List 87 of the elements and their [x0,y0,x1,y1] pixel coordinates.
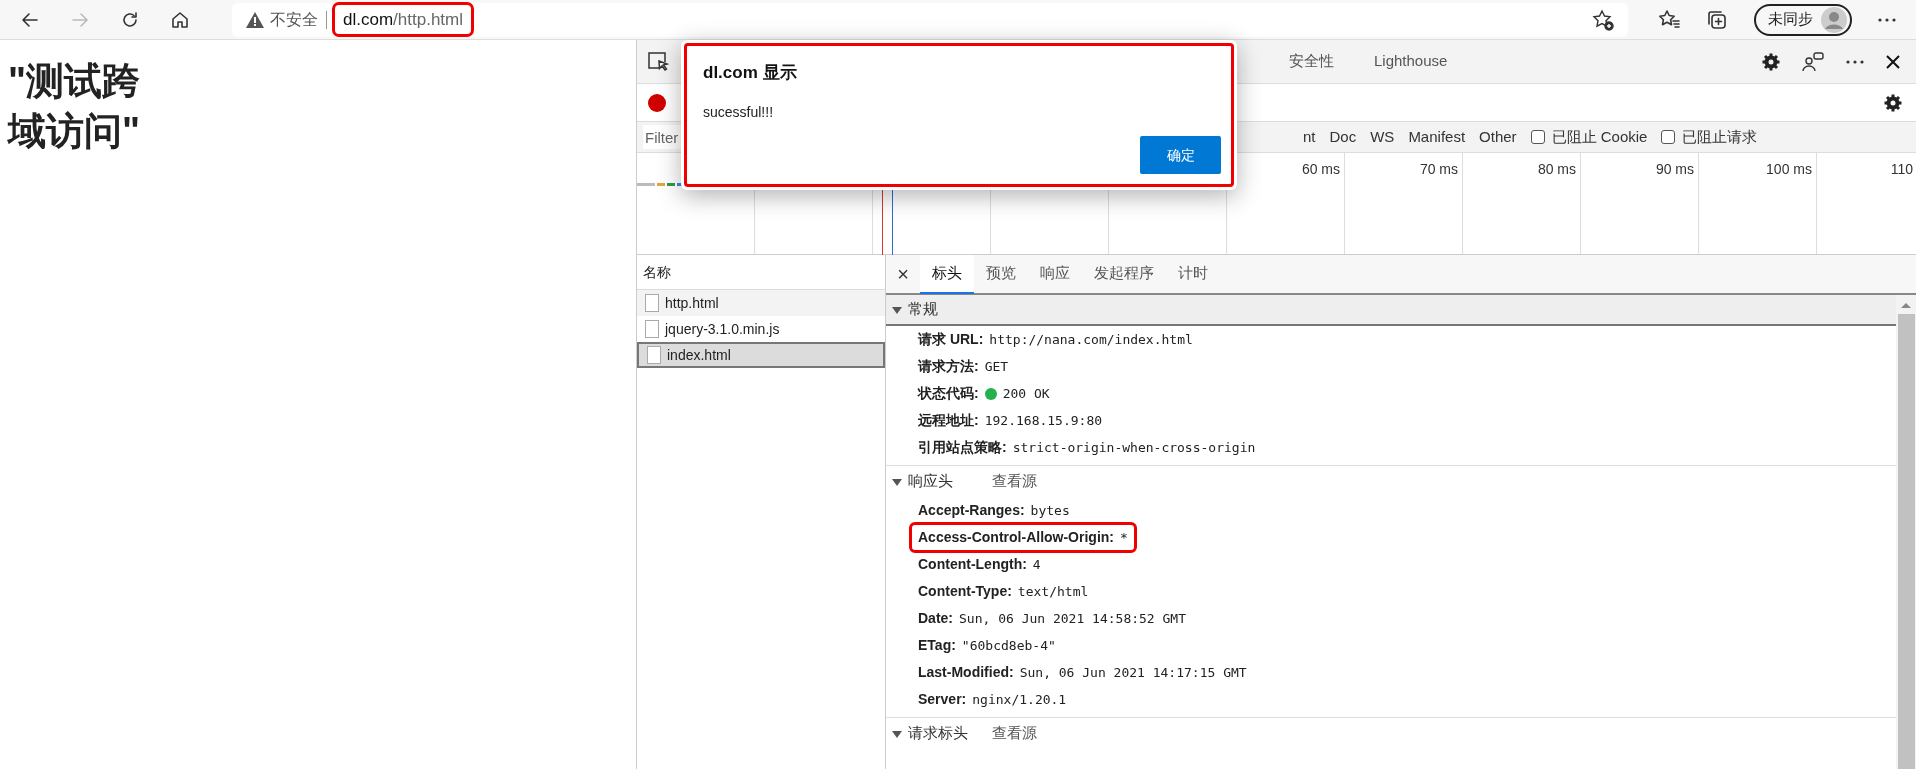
details-tab[interactable]: 响应 [1028,254,1082,294]
security-label: 不安全 [270,9,318,30]
header-value: * [1120,528,1128,547]
time-tick: 110 [1890,160,1913,179]
favorites-icon[interactable] [1658,8,1680,31]
request-row[interactable]: http.html [637,290,885,316]
time-tick: 80 ms [1537,160,1576,179]
scrollbar[interactable] [1896,295,1916,769]
header-key: ETag: [918,635,956,656]
file-icon [645,294,659,312]
url-text: dl.com/http.html [335,4,471,35]
header-value: "60bcd8eb-4" [961,636,1056,655]
type-filter[interactable]: Manifest [1408,125,1466,149]
request-row[interactable]: jquery-3.1.0.min.js [637,316,885,342]
devtools-tab[interactable]: 安全性 [1269,39,1354,84]
header-key: 请求 URL: [918,329,984,350]
expand-triangle-icon[interactable] [892,304,902,315]
header-key: Accept-Ranges: [918,500,1025,521]
settings-icon[interactable] [1884,93,1902,112]
time-tick: 100 ms [1766,160,1812,179]
header-value: 192.168.15.9:80 [984,411,1103,430]
request-row[interactable]: index.html [637,342,885,368]
time-tick: 90 ms [1655,160,1694,179]
file-icon [647,346,661,364]
header-value: bytes [1030,501,1070,520]
feedback-icon[interactable] [1802,51,1824,72]
type-filter[interactable]: Doc [1329,125,1357,149]
checkbox-label: 已阻止 Cookie [1551,126,1648,147]
header-key: 状态代码: [918,383,979,404]
details-tab[interactable]: 发起程序 [1082,254,1166,294]
inspect-icon[interactable] [647,50,669,73]
section-title[interactable]: 请求标头 [908,722,986,745]
time-tick: 60 ms [1301,160,1340,179]
time-tick: 70 ms [1419,160,1458,179]
header-value: strict-origin-when-cross-origin [1012,438,1256,457]
header-key: Content-Length: [918,554,1027,575]
header-key: Content-Type: [918,581,1012,602]
header-value: 4 [1032,555,1041,574]
expand-triangle-icon[interactable] [892,728,902,739]
header-value: Sun, 06 Jun 2021 14:17:15 GMT [1019,663,1247,682]
details-tab[interactable]: 标头 [920,254,974,294]
view-source-link[interactable]: 查看源 [992,470,1037,493]
header-key: 请求方法: [918,356,979,377]
dialog-message: sucessful!!! [703,102,775,122]
checkbox[interactable] [1530,130,1545,144]
reload-icon[interactable] [120,9,140,30]
type-filter[interactable]: nt [1303,125,1316,149]
view-source-link[interactable]: 查看源 [992,722,1037,745]
header-key: 引用站点策略: [918,437,1007,458]
close-button[interactable]: × [886,259,920,289]
profile-button[interactable]: 未同步 [1754,3,1852,36]
header-key: Date: [918,608,953,629]
details-tab[interactable]: 预览 [974,254,1028,294]
header-value: Sun, 06 Jun 2021 14:58:52 GMT [959,609,1186,628]
dialog-title: dl.com 显示 [703,62,798,84]
more-icon[interactable] [1878,17,1896,22]
warning-icon [246,11,264,28]
address-bar[interactable]: 不安全 dl.com/http.html [232,2,1628,37]
header-key: Last-Modified: [918,662,1014,683]
type-filter[interactable]: WS [1370,125,1395,149]
collections-icon[interactable] [1706,8,1728,31]
devtools-tab[interactable]: Lighthouse [1354,39,1468,84]
home-icon[interactable] [170,9,190,30]
header-value: text/html [1017,582,1089,601]
details-tab[interactable]: 计时 [1166,254,1220,294]
record-icon[interactable] [648,93,666,112]
avatar-icon [1821,6,1847,33]
section-title[interactable]: 响应头 [908,470,986,493]
header-value: nginx/1.20.1 [972,690,1067,709]
header-key: 远程地址: [918,410,979,431]
header-value: http://nana.com/index.html [989,330,1193,349]
section-title[interactable]: 常规 [908,298,986,321]
ok-button[interactable]: 确定 [1140,136,1221,174]
header-value: GET [984,357,1009,376]
file-icon [645,320,659,338]
header-key: Server: [918,689,967,710]
expand-triangle-icon[interactable] [892,476,902,487]
page-heading: "测试跨域访问" [8,59,142,154]
header-value: 200 OK [1002,384,1050,403]
header-key: Access-Control-Allow-Origin: [918,527,1114,548]
settings-icon[interactable] [1762,52,1780,71]
add-favorite-icon[interactable] [1592,8,1614,31]
checkbox[interactable] [1661,130,1676,144]
type-filter[interactable]: Other [1479,125,1517,149]
more-icon[interactable] [1846,59,1864,64]
close-icon[interactable] [1886,54,1900,69]
checkbox-label: 已阻止请求 [1682,126,1758,147]
